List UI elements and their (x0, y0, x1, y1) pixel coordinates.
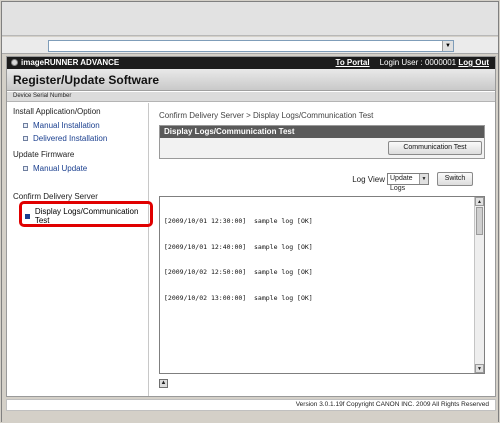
log-line: [2009/10/01 12:40:00] sample log [OK] (164, 242, 313, 251)
log-line: [2009/10/02 12:50:00] sample log [OK] (164, 268, 313, 276)
log-textarea[interactable]: [2009/10/01 12:30:00] sample log [OK] [2… (159, 196, 485, 374)
app-header: Register/Update Software (7, 69, 495, 91)
sidebar-item-delivered-installation[interactable]: Delivered Installation (23, 134, 107, 143)
sidebar-item-label: Delivered Installation (33, 134, 108, 143)
to-portal-link[interactable]: To Portal (336, 58, 370, 67)
sidebar-section-delivery-server: Confirm Delivery Server (13, 192, 98, 201)
log-lines: [2009/10/01 12:30:00] sample log [OK] [2… (164, 200, 313, 319)
chevron-down-icon[interactable]: ▼ (419, 174, 428, 184)
highlight-box (19, 201, 153, 227)
sidebar-section-install: Install Application/Option (13, 107, 101, 116)
log-view-selected: Update Logs (390, 175, 413, 192)
sidebar-item-label: Manual Update (33, 164, 88, 173)
browser-toolbar (2, 2, 498, 36)
breadcrumb: Confirm Delivery Server > Display Logs/C… (159, 111, 374, 120)
vertical-scrollbar[interactable]: ▲ ▼ (474, 197, 484, 373)
top-links: To Portal Login User : 0000001 Log Out (336, 58, 489, 67)
log-line: [2009/10/02 13:00:00] sample log [OK] (164, 293, 313, 302)
bullet-icon (23, 166, 28, 171)
scroll-up-icon[interactable]: ▲ (475, 197, 484, 206)
bullet-icon (23, 123, 28, 128)
login-user-text: Login User : 0000001 (379, 58, 457, 67)
device-serial-label: Device Serial Number (13, 93, 72, 99)
sidebar-section-firmware: Update Firmware (13, 150, 75, 159)
log-view-row: Log View Update Logs ▼ Switch (153, 172, 485, 192)
display-logs-panel: Display Logs/Communication Test Communic… (159, 125, 485, 159)
scroll-down-icon[interactable]: ▼ (475, 364, 484, 373)
panel-title: Display Logs/Communication Test (160, 126, 484, 138)
brand: imageRUNNER ADVANCE (11, 58, 119, 67)
main-content: Confirm Delivery Server > Display Logs/C… (153, 103, 495, 396)
device-serial-bar: Device Serial Number (7, 92, 495, 102)
scroll-thumb[interactable] (476, 207, 483, 235)
brand-logo-icon (11, 59, 18, 66)
page-viewport: imageRUNNER ADVANCE To Portal Login User … (6, 56, 496, 397)
bullet-icon (23, 136, 28, 141)
brand-name: imageRUNNER ADVANCE (21, 58, 120, 67)
sidebar-item-label: Manual Installation (33, 121, 100, 130)
sidebar: Install Application/Option Manual Instal… (7, 103, 149, 396)
browser-window: ▼ imageRUNNER ADVANCE To Portal Login Use… (1, 1, 499, 422)
logout-link[interactable]: Log Out (458, 58, 489, 67)
log-view-label: Log View (352, 175, 385, 184)
address-bar: ▼ (2, 37, 498, 54)
page-title: Register/Update Software (13, 73, 160, 87)
status-bar (2, 412, 498, 422)
page-top-icon[interactable]: ▲ (159, 379, 168, 388)
copyright-text: Version 3.0.1.19f Copyright CANON INC. 2… (295, 401, 489, 408)
footer: Version 3.0.1.19f Copyright CANON INC. 2… (6, 399, 496, 411)
switch-button[interactable]: Switch (437, 172, 473, 186)
sidebar-item-manual-installation[interactable]: Manual Installation (23, 121, 100, 130)
chevron-down-icon[interactable]: ▼ (442, 41, 453, 51)
address-dropdown[interactable]: ▼ (48, 40, 454, 52)
log-view-select[interactable]: Update Logs ▼ (387, 173, 429, 192)
log-line: [2009/10/01 12:30:00] sample log [OK] (164, 217, 313, 225)
sidebar-item-manual-update[interactable]: Manual Update (23, 164, 87, 173)
top-bar: imageRUNNER ADVANCE To Portal Login User … (7, 57, 495, 69)
communication-test-button[interactable]: Communication Test (388, 141, 482, 155)
